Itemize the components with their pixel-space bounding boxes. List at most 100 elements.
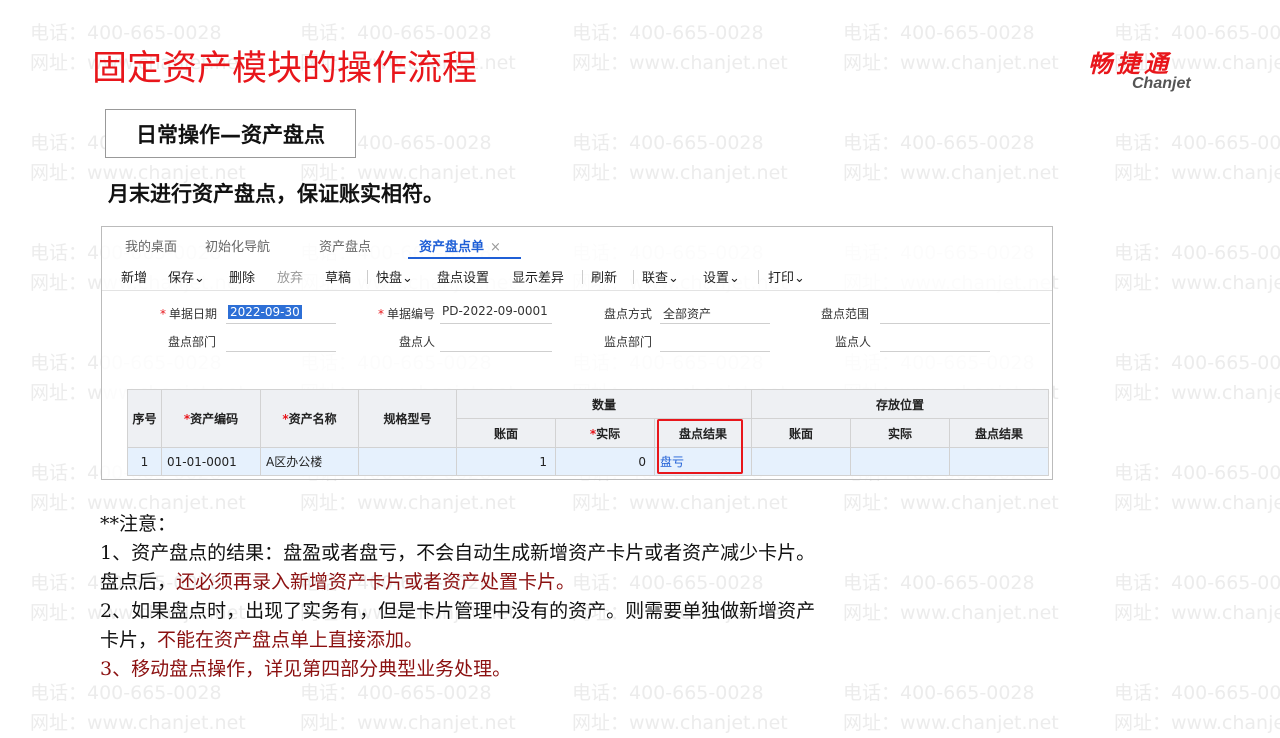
section-label: 日常操作—资产盘点 — [136, 122, 325, 147]
tab-asset-count[interactable]: 资产盘点 — [319, 236, 371, 255]
print-button[interactable]: 打印⌄ — [768, 267, 805, 286]
toolbar-divider — [633, 270, 634, 284]
cell-loc-book — [751, 447, 851, 476]
doc-date-field[interactable]: 2022-09-30 — [228, 305, 302, 319]
watermark-text: 电话：400-665-0028网址：www.chanjet.net — [572, 22, 788, 74]
col-header-spec: 规格型号 — [358, 389, 457, 448]
toolbar-divider — [758, 270, 759, 284]
show-diff-button[interactable]: 显示差异 — [512, 267, 564, 286]
note-line-1: 1、资产盘点的结果：盘盈或者盘亏，不会自动生成新增资产卡片或者资产减少卡片。 — [100, 542, 816, 564]
chevron-down-icon: ⌄ — [729, 271, 740, 286]
save-button[interactable]: 保存⌄ — [168, 267, 205, 286]
toolbar: 新增 保存⌄ 删除 放弃 草稿 快盘⌄ 盘点设置 显示差异 刷新 联查⌄ 设置⌄… — [102, 261, 1052, 289]
field-underline — [226, 351, 336, 352]
refresh-button[interactable]: 刷新 — [591, 267, 617, 286]
watermark-text: 电话：400-665-0028网址：www.chanjet.net — [572, 132, 788, 184]
note-line-2-red: 还必须再录入新增资产卡片或者资产处置卡片。 — [176, 571, 576, 593]
note-line-2-black: 盘点后， — [100, 571, 177, 593]
slide-title: 固定资产模块的操作流程 — [92, 49, 478, 89]
chevron-down-icon: ⌄ — [402, 271, 413, 286]
note-line-4: 卡片，不能在资产盘点单上直接添加。 — [100, 626, 815, 655]
quick-count-label: 快盘 — [376, 271, 403, 286]
watermark-text: 电话：400-665-0028网址：www.chanjet.net — [1114, 572, 1280, 624]
watermark-text: 电话：400-665-0028网址：www.chanjet.net — [1114, 352, 1280, 404]
cell-spec[interactable] — [358, 447, 457, 476]
draft-button[interactable]: 草稿 — [325, 267, 351, 286]
note-line-2: 盘点后，还必须再录入新增资产卡片或者资产处置卡片。 — [100, 568, 815, 597]
watermark-text: 电话：400-665-0028网址：www.chanjet.net — [843, 682, 1059, 734]
table-row[interactable]: 1 01-01-0001 A区办公楼 1 0 盘亏 — [127, 447, 1049, 476]
watermark-text: 电话：400-665-0028网址：www.chanjet.net — [1114, 682, 1280, 734]
cell-loc-result — [949, 447, 1049, 476]
watermark-text: 电话：400-665-0028网址：www.chanjet.net — [300, 682, 516, 734]
tab-my-desktop[interactable]: 我的桌面 — [125, 236, 177, 255]
chanjet-logo: 畅捷通 Chanjet — [1088, 44, 1191, 93]
field-underline — [880, 351, 990, 352]
cell-qty-actual[interactable]: 0 — [555, 447, 655, 476]
tab-init-guide[interactable]: 初始化导航 — [205, 236, 270, 255]
active-tab-indicator — [408, 257, 521, 259]
logo-chinese-text: 畅捷通 — [1088, 49, 1172, 78]
settings-label: 设置 — [703, 271, 730, 286]
close-icon[interactable]: × — [490, 240, 501, 255]
col-header-loc-actual: 实际 — [850, 418, 950, 448]
notes-heading: **注意： — [100, 513, 177, 535]
doc-no-field[interactable]: PD-2022-09-0001 — [442, 304, 548, 318]
field-underline — [440, 351, 552, 352]
watermark-text: 电话：400-665-0028网址：www.chanjet.net — [843, 572, 1059, 624]
save-label: 保存 — [168, 271, 195, 286]
cell-loc-actual[interactable] — [850, 447, 950, 476]
watermark-text: 电话：400-665-0028网址：www.chanjet.net — [1114, 242, 1280, 294]
quick-count-button[interactable]: 快盘⌄ — [376, 267, 413, 286]
asset-count-table: 序号 *资产编码 *资产名称 规格型号 数量 存放位置 账面 *实际 盘点结果 … — [127, 389, 1049, 476]
col-header-asset-code: *资产编码 — [161, 389, 261, 448]
tab-asset-count-sheet[interactable]: 资产盘点单 × — [419, 236, 501, 255]
doc-date-label: * 单据日期 — [160, 307, 218, 321]
count-range-label: 盘点范围 — [821, 307, 870, 321]
col-group-quantity: 数量 — [456, 389, 752, 419]
cell-qty-book: 1 — [456, 447, 556, 476]
link-query-label: 联查 — [642, 271, 669, 286]
cell-asset-code[interactable]: 01-01-0001 — [161, 447, 261, 476]
delete-button[interactable]: 删除 — [229, 267, 255, 286]
count-method-label: 盘点方式 — [604, 307, 653, 321]
supervise-dept-label: 监点部门 — [604, 335, 653, 349]
cell-seq: 1 — [127, 447, 162, 476]
logo-english-text: Chanjet — [1132, 75, 1191, 92]
toolbar-divider — [367, 270, 368, 284]
toolbar-divider — [582, 270, 583, 284]
settings-button[interactable]: 设置⌄ — [703, 267, 740, 286]
field-underline — [440, 323, 552, 324]
col-header-qty-actual: *实际 — [555, 418, 655, 448]
new-button[interactable]: 新增 — [121, 267, 147, 286]
col-group-location: 存放位置 — [751, 389, 1049, 419]
count-dept-label: 盘点部门 — [168, 335, 217, 349]
col-header-loc-result: 盘点结果 — [949, 418, 1049, 448]
tab-bar: 我的桌面 初始化导航 资产盘点 资产盘点单 × — [102, 227, 1052, 260]
field-underline — [226, 323, 336, 324]
link-query-button[interactable]: 联查⌄ — [642, 267, 679, 286]
col-header-qty-book: 账面 — [456, 418, 556, 448]
watermark-text: 电话：400-665-0028网址：www.chanjet.net — [1114, 132, 1280, 184]
header-divider — [102, 290, 1052, 291]
supervisor-label: 监点人 — [835, 335, 872, 349]
watermark-text: 电话：400-665-0028网址：www.chanjet.net — [843, 22, 1059, 74]
cell-asset-name[interactable]: A区办公楼 — [260, 447, 359, 476]
count-method-field[interactable]: 全部资产 — [663, 305, 711, 322]
note-line-4-red: 不能在资产盘点单上直接添加。 — [157, 629, 424, 651]
watermark-text: 电话：400-665-0028网址：www.chanjet.net — [1114, 462, 1280, 514]
discard-button[interactable]: 放弃 — [277, 267, 303, 286]
note-line-5: 3、移动盘点操作，详见第四部分典型业务处理。 — [100, 658, 512, 680]
chevron-down-icon: ⌄ — [668, 271, 679, 286]
watermark-text: 电话：400-665-0028网址：www.chanjet.net — [843, 132, 1059, 184]
chevron-down-icon: ⌄ — [194, 271, 205, 286]
note-line-4-black: 卡片， — [100, 629, 158, 651]
col-header-asset-name: *资产名称 — [260, 389, 359, 448]
field-underline — [660, 351, 770, 352]
doc-date-value: 2022-09-30 — [228, 305, 302, 319]
doc-no-label: * 单据编号 — [378, 307, 436, 321]
count-settings-button[interactable]: 盘点设置 — [437, 267, 489, 286]
note-line-3: 2、如果盘点时，出现了实务有，但是卡片管理中没有的资产。则需要单独做新增资产 — [100, 600, 816, 622]
slide-subtitle: 月末进行资产盘点，保证账实相符。 — [108, 182, 444, 206]
notes-block: **注意： 1、资产盘点的结果：盘盈或者盘亏，不会自动生成新增资产卡片或者资产减… — [100, 510, 815, 684]
